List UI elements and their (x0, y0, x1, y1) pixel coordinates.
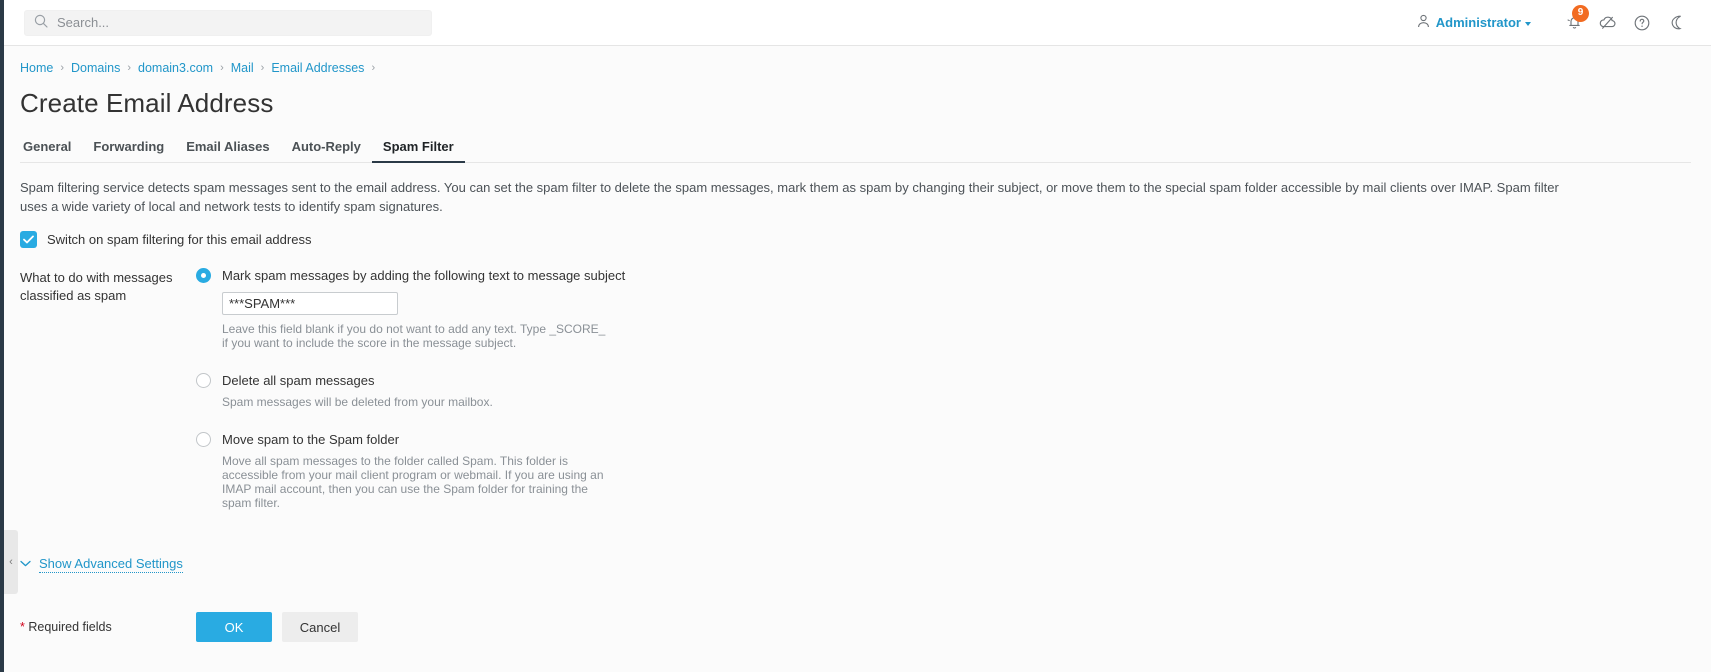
help-question-icon[interactable] (1625, 8, 1659, 38)
breadcrumb-item-domain[interactable]: domain3.com (138, 61, 213, 75)
user-name: Administrator (1435, 15, 1521, 30)
breadcrumb-separator: › (60, 62, 65, 74)
option-move-spam-label: Move spam to the Spam folder (222, 432, 400, 447)
spam-filter-enable-label: Switch on spam filtering for this email … (47, 232, 312, 247)
show-advanced-settings-toggle[interactable]: Show Advanced Settings (20, 556, 183, 573)
search-input[interactable]: Search... (24, 9, 432, 36)
spam-filter-description: Spam filtering service detects spam mess… (20, 180, 1559, 214)
header-actions: Administrator 9 (1417, 4, 1711, 38)
top-header: Search... Administrator 9 (4, 0, 1711, 46)
breadcrumb-separator: › (127, 62, 132, 74)
breadcrumb-separator: › (371, 62, 376, 74)
option-mark-spam-label: Mark spam messages by adding the followi… (222, 268, 626, 283)
radio-unselected-icon (196, 373, 211, 388)
option-move-spam: Move spam to the Spam folder Move all sp… (196, 432, 1691, 510)
search-placeholder: Search... (57, 15, 110, 30)
spam-action-options: Mark spam messages by adding the followi… (196, 268, 1691, 514)
option-delete-spam-radio[interactable]: Delete all spam messages (196, 373, 374, 388)
breadcrumb-separator: › (220, 62, 224, 74)
chevron-down-icon (20, 559, 31, 570)
tab-forwarding[interactable]: Forwarding (82, 139, 175, 163)
breadcrumb-separator: › (260, 62, 265, 74)
breadcrumb: Home › Domains › domain3.com › Mail › Em… (20, 60, 1691, 76)
breadcrumb-item-home[interactable]: Home (20, 61, 53, 75)
tab-email-aliases[interactable]: Email Aliases (175, 139, 280, 163)
option-move-spam-hint: Move all spam messages to the folder cal… (222, 454, 604, 510)
option-delete-spam-body: Spam messages will be deleted from your … (196, 395, 1691, 409)
spam-action-label: What to do with messages classified as s… (20, 270, 173, 303)
radio-selected-icon (196, 268, 211, 283)
page-title: Create Email Address (20, 88, 274, 118)
notifications-bell-icon[interactable]: 9 (1557, 4, 1591, 38)
checkbox-checked-icon (20, 231, 37, 248)
cloud-slash-icon[interactable] (1591, 8, 1625, 38)
option-move-spam-body: Move all spam messages to the folder cal… (196, 454, 1691, 510)
breadcrumb-item-domains[interactable]: Domains (71, 61, 120, 75)
spam-subject-text-input[interactable] (222, 292, 398, 315)
dark-mode-moon-icon[interactable] (1659, 8, 1693, 38)
user-menu[interactable]: Administrator (1417, 14, 1531, 31)
tab-general[interactable]: General (20, 139, 82, 163)
form-footer: * Required fields OK Cancel (20, 612, 1691, 642)
option-mark-spam-radio[interactable]: Mark spam messages by adding the followi… (196, 268, 625, 283)
notification-badge: 9 (1572, 4, 1589, 22)
option-delete-spam-hint: Spam messages will be deleted from your … (222, 395, 493, 409)
spam-filter-enable-checkbox[interactable]: Switch on spam filtering for this email … (20, 231, 311, 248)
radio-unselected-icon (196, 432, 211, 447)
breadcrumb-item-mail[interactable]: Mail (231, 61, 254, 75)
option-mark-spam: Mark spam messages by adding the followi… (196, 268, 1691, 350)
tab-spam-filter[interactable]: Spam Filter (371, 139, 465, 163)
tab-auto-reply[interactable]: Auto-Reply (281, 139, 372, 163)
option-mark-spam-body: Leave this field blank if you do not wan… (196, 283, 1691, 350)
tab-bar: General Forwarding Email Aliases Auto-Re… (20, 136, 1691, 163)
show-advanced-settings-label: Show Advanced Settings (39, 556, 183, 573)
spam-subject-hint: Leave this field blank if you do not wan… (222, 322, 606, 350)
option-delete-spam-label: Delete all spam messages (222, 373, 375, 388)
chevron-down-icon (1525, 21, 1531, 26)
required-fields-text: Required fields (24, 620, 112, 634)
required-fields-note: * Required fields (20, 620, 196, 634)
cancel-button[interactable]: Cancel (282, 612, 358, 642)
breadcrumb-item-email-addresses[interactable]: Email Addresses (271, 61, 364, 75)
spam-action-form-row: What to do with messages classified as s… (20, 268, 1691, 514)
user-icon (1417, 14, 1430, 31)
main-content: Home › Domains › domain3.com › Mail › Em… (4, 46, 1711, 672)
option-move-spam-radio[interactable]: Move spam to the Spam folder (196, 432, 399, 447)
ok-button[interactable]: OK (196, 612, 272, 642)
option-delete-spam: Delete all spam messages Spam messages w… (196, 373, 1691, 409)
search-icon (34, 14, 48, 31)
